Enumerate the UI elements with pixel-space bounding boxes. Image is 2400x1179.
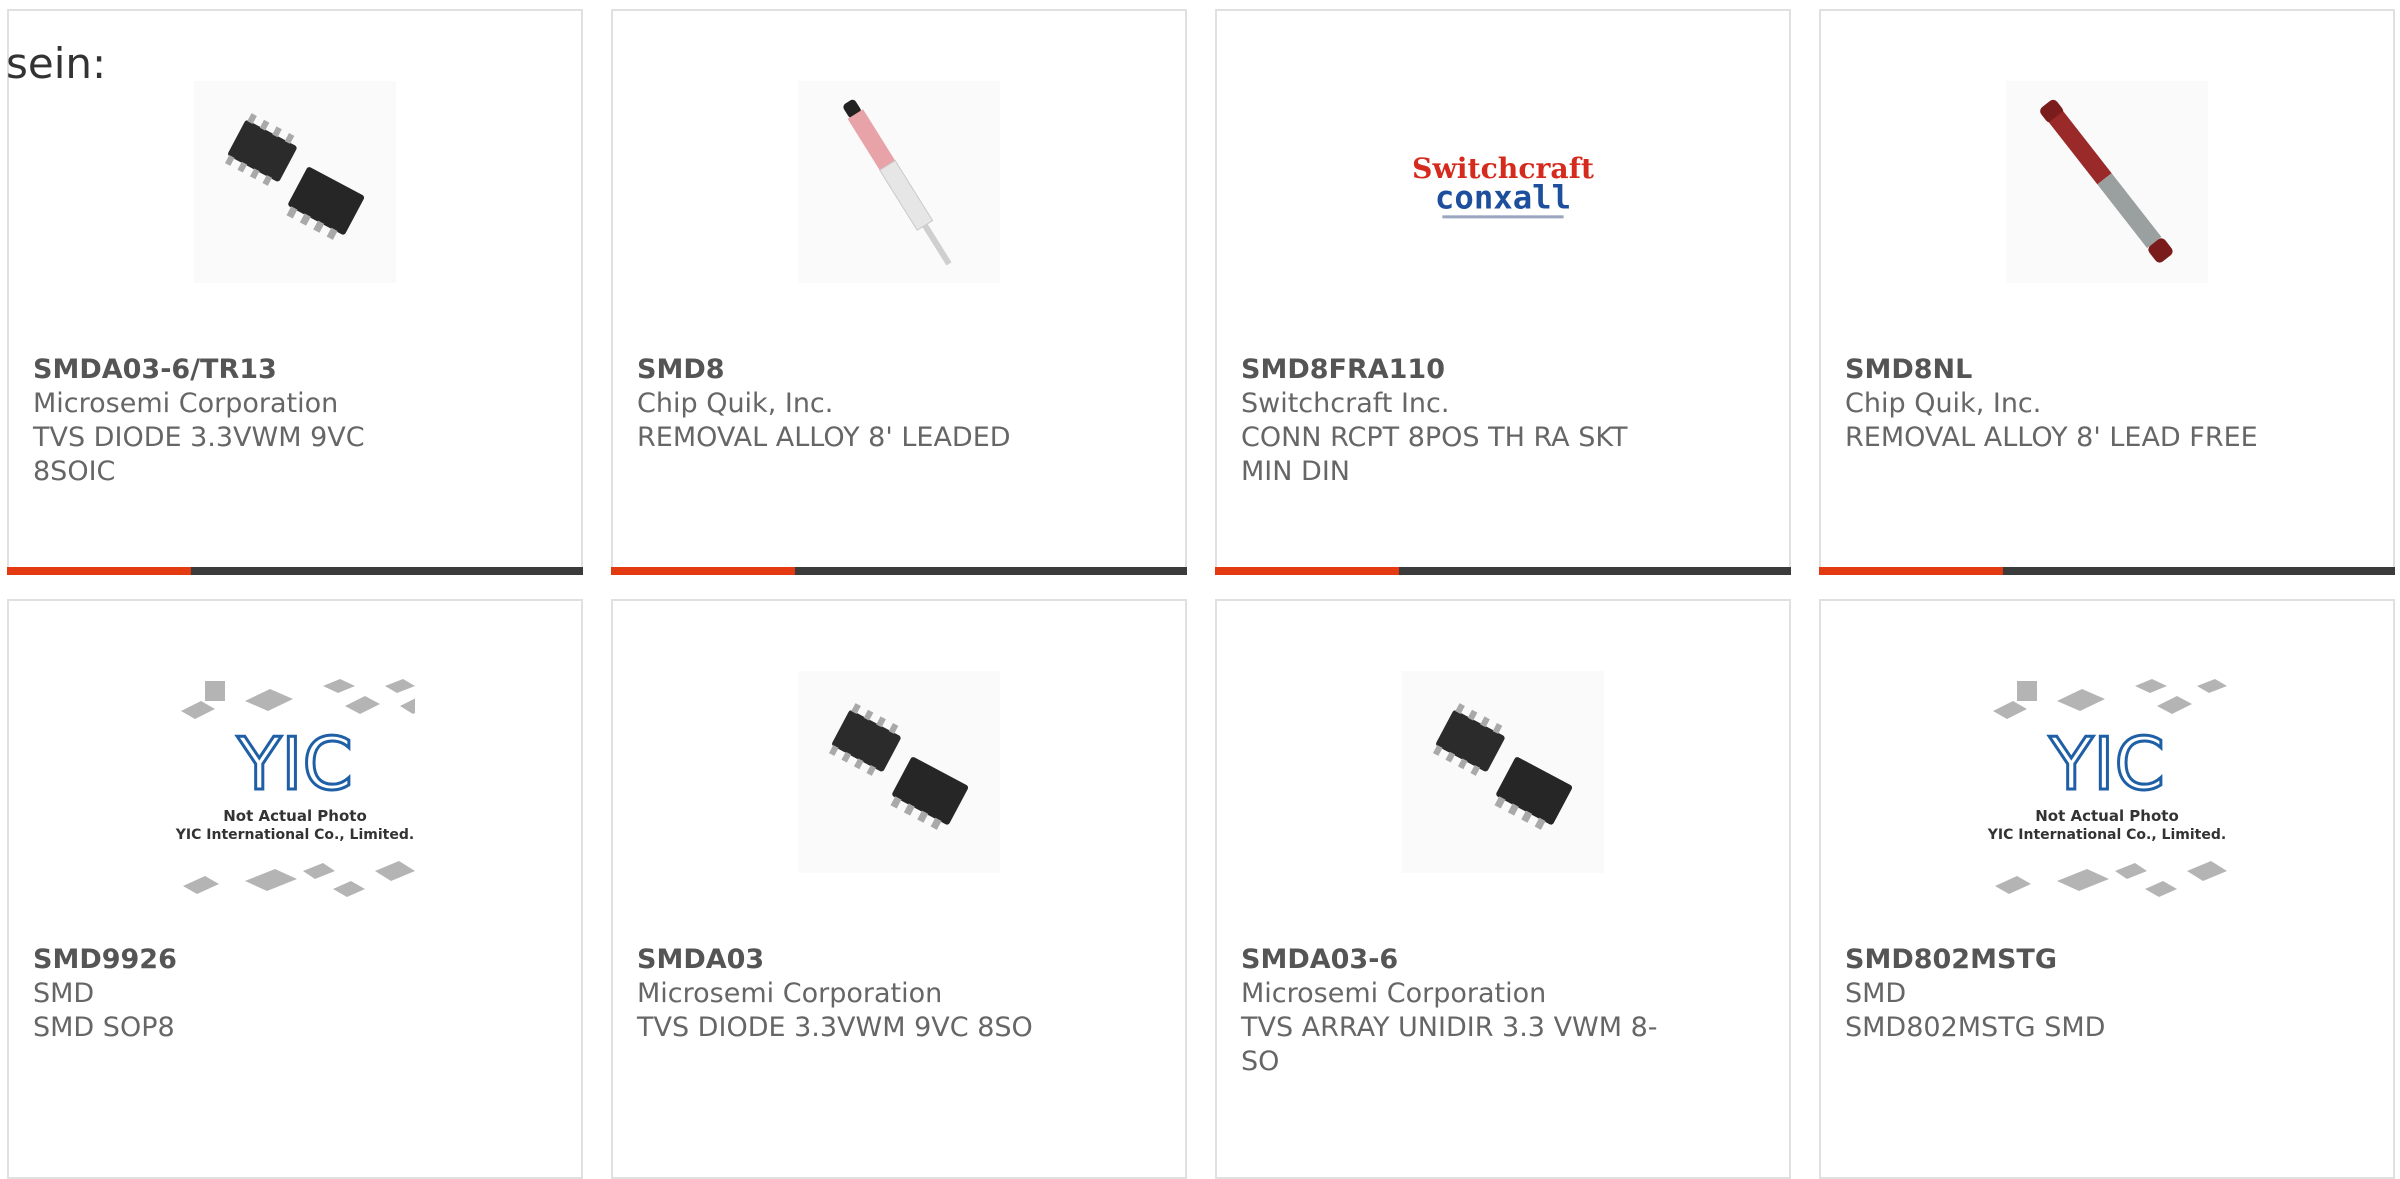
product-card[interactable]: SMD8 Chip Quik, Inc. REMOVAL ALLOY 8' LE…	[611, 9, 1187, 575]
product-card[interactable]: SMDA03-6 Microsemi Corporation TVS ARRAY…	[1215, 599, 1791, 1179]
manufacturer: Switchcraft Inc.	[1241, 388, 1450, 419]
product-image-not-actual-photo[interactable]: YIC Not Actual Photo YIC International C…	[1987, 671, 2227, 921]
description: CONN RCPT 8POS TH RA SKT MIN DIN	[1241, 422, 1628, 487]
product-info: SMDA03-6 Microsemi Corporation TVS ARRAY…	[1241, 943, 1661, 1079]
conxall-logo-text: conxall	[1435, 178, 1571, 216]
product-image-soic-chip[interactable]	[1402, 671, 1604, 873]
product-card[interactable]: SMDA03 Microsemi Corporation TVS DIODE 3…	[611, 599, 1187, 1179]
not-actual-photo-text: Not Actual Photo	[223, 807, 367, 825]
not-actual-photo-text: Not Actual Photo	[2035, 807, 2179, 825]
part-number[interactable]: SMD8NL	[1845, 353, 2265, 387]
product-info: SMD8NL Chip Quik, Inc. REMOVAL ALLOY 8' …	[1845, 353, 2265, 455]
part-number[interactable]: SMD8	[637, 353, 1057, 387]
part-number[interactable]: SMDA03-6	[1241, 943, 1661, 977]
card-accent-bar	[7, 567, 191, 575]
card-accent-bar	[1215, 567, 1399, 575]
manufacturer: Microsemi Corporation	[33, 388, 339, 419]
product-info: SMD8FRA110 Switchcraft Inc. CONN RCPT 8P…	[1241, 353, 1661, 489]
product-info: SMD9926 SMD SMD SOP8	[33, 943, 453, 1045]
manufacturer: Chip Quik, Inc.	[1845, 388, 2042, 419]
part-number[interactable]: SMD8FRA110	[1241, 353, 1661, 387]
product-info: SMDA03-6/TR13 Microsemi Corporation TVS …	[33, 353, 453, 489]
product-info: SMDA03 Microsemi Corporation TVS DIODE 3…	[637, 943, 1057, 1045]
description: TVS DIODE 3.3VWM 9VC 8SO	[637, 1012, 1033, 1043]
yic-logo-text: YIC	[236, 722, 353, 806]
card-bottom-bar	[1215, 567, 1791, 575]
manufacturer: SMD	[1845, 978, 1907, 1009]
card-accent-bar	[1819, 567, 2003, 575]
product-info: SMD8 Chip Quik, Inc. REMOVAL ALLOY 8' LE…	[637, 353, 1057, 455]
product-image-switchcraft-logo[interactable]: Switchcraft conxall	[1402, 81, 1604, 283]
yic-logo-text: YIC	[2048, 722, 2165, 806]
product-image-soic-chip[interactable]	[798, 671, 1000, 873]
card-bottom-bar	[7, 567, 583, 575]
manufacturer: Microsemi Corporation	[637, 978, 943, 1009]
product-card[interactable]: SMD8NL Chip Quik, Inc. REMOVAL ALLOY 8' …	[1819, 9, 2395, 575]
description: TVS DIODE 3.3VWM 9VC 8SOIC	[33, 422, 365, 487]
part-number[interactable]: SMD802MSTG	[1845, 943, 2265, 977]
card-bottom-bar	[611, 567, 1187, 575]
description: REMOVAL ALLOY 8' LEAD FREE	[1845, 422, 2258, 453]
product-image-removal-alloy-tube[interactable]	[798, 81, 1000, 283]
part-number[interactable]: SMDA03-6/TR13	[33, 353, 453, 387]
yic-company-text: YIC International Co., Limited.	[1987, 827, 2226, 843]
yic-company-text: YIC International Co., Limited.	[175, 827, 414, 843]
description: TVS ARRAY UNIDIR 3.3 VWM 8-SO	[1241, 1012, 1658, 1077]
manufacturer: SMD	[33, 978, 95, 1009]
product-card[interactable]: YIC Not Actual Photo YIC International C…	[1819, 599, 2395, 1179]
card-accent-bar	[611, 567, 795, 575]
product-card[interactable]: YIC Not Actual Photo YIC International C…	[7, 599, 583, 1179]
product-card[interactable]: Switchcraft conxall SMD8FRA110 Switchcra…	[1215, 9, 1791, 575]
product-grid: SMDA03-6/TR13 Microsemi Corporation TVS …	[0, 0, 2400, 1179]
manufacturer: Chip Quik, Inc.	[637, 388, 834, 419]
intro-text: sein:	[6, 39, 107, 88]
product-info: SMD802MSTG SMD SMD802MSTG SMD	[1845, 943, 2265, 1045]
manufacturer: Microsemi Corporation	[1241, 978, 1547, 1009]
description: REMOVAL ALLOY 8' LEADED	[637, 422, 1011, 453]
product-image-soic-chip[interactable]	[194, 81, 396, 283]
product-image-removal-alloy-tube[interactable]	[2006, 81, 2208, 283]
card-bottom-bar	[1819, 567, 2395, 575]
description: SMD SOP8	[33, 1012, 175, 1043]
product-image-not-actual-photo[interactable]: YIC Not Actual Photo YIC International C…	[175, 671, 415, 921]
part-number[interactable]: SMD9926	[33, 943, 453, 977]
product-card[interactable]: SMDA03-6/TR13 Microsemi Corporation TVS …	[7, 9, 583, 575]
part-number[interactable]: SMDA03	[637, 943, 1057, 977]
description: SMD802MSTG SMD	[1845, 1012, 2106, 1043]
